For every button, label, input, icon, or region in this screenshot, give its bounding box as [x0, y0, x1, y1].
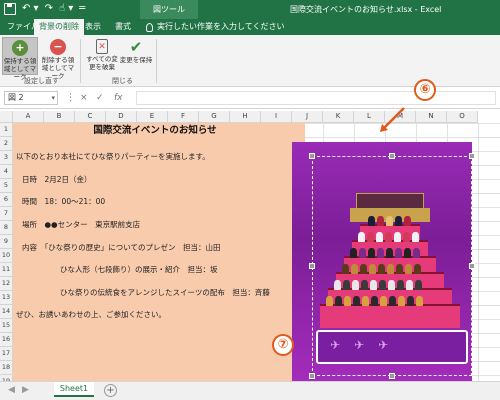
resize-handle[interactable]	[389, 153, 395, 159]
cancel-icon[interactable]: ×	[80, 91, 88, 105]
place-line: 場所 ●●センター 東京駅前支店	[22, 220, 141, 229]
content-line-2: ひな人形（七段飾り）の展示・紹介 担当：坂	[60, 265, 218, 274]
plus-icon: +	[12, 40, 28, 56]
row-header[interactable]: 4	[0, 165, 13, 179]
row-header[interactable]: 5	[0, 179, 13, 193]
sheet-tab-bar: ◀ ▶ Sheet1 +	[0, 381, 500, 400]
tab-view[interactable]: 表示	[80, 19, 106, 35]
resize-handle[interactable]	[469, 153, 475, 159]
row-header[interactable]: 11	[0, 263, 13, 277]
column-header[interactable]: O	[447, 111, 478, 123]
tell-me-text: 実行したい作業を入力してください	[157, 22, 285, 31]
resize-handle[interactable]	[469, 263, 475, 269]
row-header[interactable]: 15	[0, 319, 13, 333]
discard-icon: ✕	[96, 39, 108, 54]
resize-handle[interactable]	[309, 263, 315, 269]
closing-line: ぜひ、お誘いあわせの上、ご参加ください。	[16, 310, 166, 319]
column-header[interactable]: A	[13, 111, 44, 123]
row-header[interactable]: 10	[0, 249, 13, 263]
row-header[interactable]: 16	[0, 333, 13, 347]
formula-input[interactable]	[136, 91, 496, 105]
annotation-arrow-icon	[380, 107, 405, 132]
document-title: 国際交流イベントのお知らせ.xlsx - Excel	[290, 5, 442, 14]
discard-changes-button[interactable]: ✕ すべての変更を破棄	[84, 37, 120, 71]
insert-function-icon[interactable]: fx	[114, 91, 123, 105]
row-header[interactable]: 18	[0, 361, 13, 375]
row-header[interactable]: 8	[0, 221, 13, 235]
time-line: 時間 18：00～21：00	[22, 197, 106, 206]
column-header[interactable]: F	[168, 111, 199, 123]
prev-sheet-icon[interactable]: ◀	[8, 385, 15, 395]
picture-tools-context: 図ツール	[140, 0, 198, 19]
mark-keep-button[interactable]: + 保持する領域としてマーク	[2, 37, 38, 81]
background-removal-marquee[interactable]	[312, 156, 472, 376]
tab-format[interactable]: 書式	[110, 19, 136, 35]
tell-me-box[interactable]: 実行したい作業を入力してください	[146, 19, 285, 35]
row-header[interactable]: 9	[0, 235, 13, 249]
sheet-tab[interactable]: Sheet1	[54, 382, 94, 397]
group-label-close: 閉じる	[112, 77, 133, 85]
resize-handle[interactable]	[309, 373, 315, 379]
keep-label: 変更を保持	[119, 56, 153, 64]
more-icon: ⋮	[66, 93, 75, 103]
save-icon[interactable]	[4, 3, 16, 15]
keep-changes-button[interactable]: ✔ 変更を保持	[118, 37, 154, 64]
column-header[interactable]: G	[199, 111, 230, 123]
document-title-cell: 国際交流イベントのお知らせ	[93, 125, 217, 136]
check-icon: ✔	[129, 38, 143, 56]
row-header[interactable]: 3	[0, 151, 13, 165]
row-header[interactable]: 17	[0, 347, 13, 361]
column-header[interactable]: H	[230, 111, 261, 123]
next-sheet-icon[interactable]: ▶	[22, 385, 29, 395]
group-divider	[80, 39, 81, 83]
select-all-corner[interactable]	[0, 111, 13, 123]
column-header[interactable]: K	[323, 111, 354, 123]
enter-icon[interactable]: ✓	[96, 91, 104, 105]
content-line-1: 内容 「ひな祭りの歴史」についてのプレゼン 担当：山田	[22, 243, 221, 252]
date-line: 日時 2月2日（金）	[22, 175, 92, 184]
column-header[interactable]: I	[261, 111, 292, 123]
minus-icon: −	[50, 39, 66, 55]
row-header[interactable]: 6	[0, 193, 13, 207]
intro-line: 以下のとおり本社にてひな祭りパーティーを実施します。	[16, 152, 210, 161]
column-header[interactable]: J	[292, 111, 323, 123]
undo-icon[interactable]: ↶ ▾	[22, 2, 39, 16]
resize-handle[interactable]	[389, 373, 395, 379]
column-header[interactable]: C	[75, 111, 106, 123]
row-header[interactable]: 13	[0, 291, 13, 305]
group-divider	[156, 39, 157, 83]
add-sheet-icon[interactable]: +	[104, 384, 117, 397]
quick-access-toolbar: ↶ ▾ ↷ ☝ ▾ ═	[4, 2, 85, 16]
row-header[interactable]: 7	[0, 207, 13, 221]
column-header[interactable]: B	[44, 111, 75, 123]
touch-mode-icon[interactable]: ☝ ▾	[59, 2, 73, 16]
row-header[interactable]: 1	[0, 123, 13, 137]
annotation-callout-7: ⑦	[272, 334, 294, 356]
lightbulb-icon	[146, 22, 153, 32]
mark-remove-button[interactable]: − 削除する領域としてマーク	[40, 37, 76, 80]
group-label-refine: 設定し直す	[24, 77, 59, 85]
row-header[interactable]: 12	[0, 277, 13, 291]
ribbon-tabs: ファイル 背景の削除 表示 書式 実行したい作業を入力してください	[0, 19, 500, 35]
row-header[interactable]: 14	[0, 305, 13, 319]
column-header[interactable]: D	[106, 111, 137, 123]
column-header[interactable]: E	[137, 111, 168, 123]
annotation-callout-6: ⑥	[414, 79, 436, 101]
title-bar: ↶ ▾ ↷ ☝ ▾ ═ 図ツール 国際交流イベントのお知らせ.xlsx - Ex…	[0, 0, 500, 19]
redo-icon[interactable]: ↷	[45, 2, 53, 16]
row-header[interactable]: 2	[0, 137, 13, 151]
customize-qat-icon[interactable]: ═	[79, 2, 85, 16]
resize-handle[interactable]	[309, 153, 315, 159]
name-box[interactable]: 図 2	[4, 91, 58, 105]
column-header[interactable]: N	[416, 111, 447, 123]
tab-remove-background[interactable]: 背景の削除	[34, 19, 84, 35]
discard-label: すべての変更を破棄	[86, 55, 118, 71]
content-line-3: ひな祭りの伝統食をアレンジしたスイーツの配布 担当：斉藤	[60, 288, 270, 297]
